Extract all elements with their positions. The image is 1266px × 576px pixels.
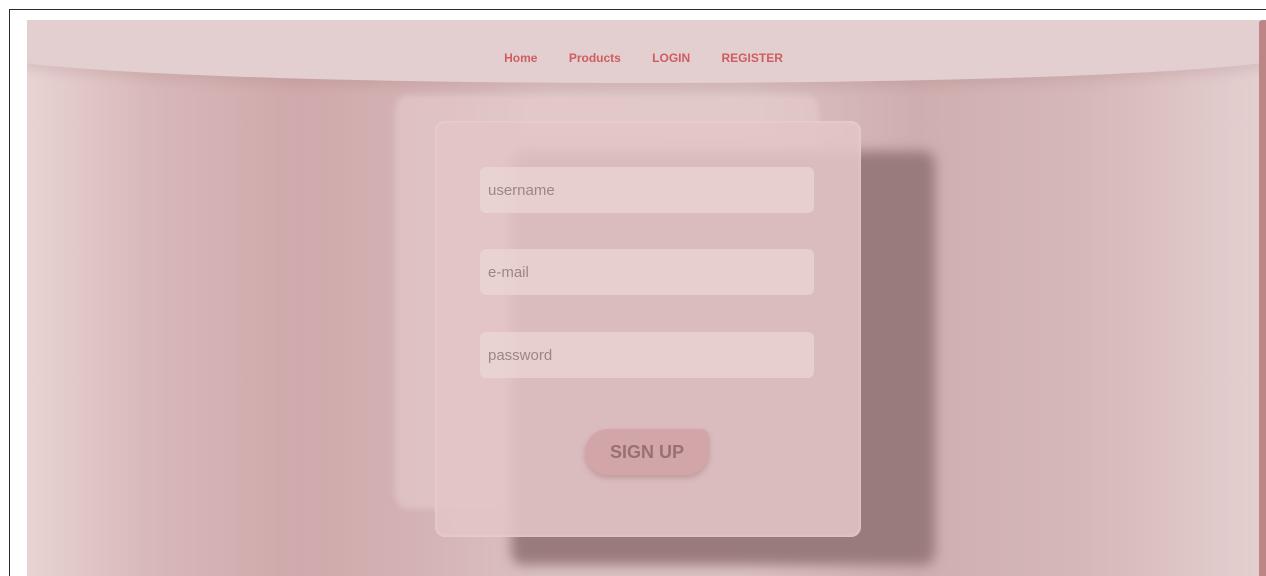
password-input[interactable] [480, 332, 814, 378]
scrollbar[interactable] [1259, 20, 1266, 576]
email-input[interactable] [480, 249, 814, 295]
signup-form-card: SIGN UP [435, 121, 861, 537]
username-input[interactable] [480, 167, 814, 213]
browser-viewport: Home Products LOGIN REGISTER SIGN UP [9, 9, 1266, 576]
nav-link-register[interactable]: REGISTER [722, 51, 783, 65]
sign-up-button[interactable]: SIGN UP [585, 429, 709, 475]
page-background: Home Products LOGIN REGISTER SIGN UP [27, 20, 1260, 576]
top-nav: Home Products LOGIN REGISTER [27, 51, 1260, 65]
nav-link-home[interactable]: Home [504, 51, 537, 65]
nav-link-login[interactable]: LOGIN [652, 51, 690, 65]
nav-link-products[interactable]: Products [569, 51, 621, 65]
